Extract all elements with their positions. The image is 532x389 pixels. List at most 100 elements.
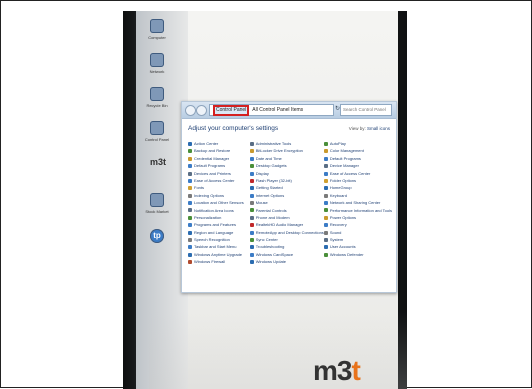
item-label: Display	[255, 170, 269, 176]
item-icon	[188, 208, 192, 213]
control-panel-item[interactable]: Personalization	[188, 214, 250, 221]
control-panel-item[interactable]: Indexing Options	[188, 192, 250, 199]
item-label: Taskbar and Start Menu	[194, 244, 237, 250]
control-panel-item[interactable]: Flash Player (32-bit)	[249, 177, 324, 184]
control-panel-item[interactable]: Action Center	[188, 140, 250, 147]
desktop-icon[interactable]: m3t	[144, 155, 170, 171]
item-icon	[188, 238, 192, 243]
photo-frame: Computer Network Recycle Bin Control Panel m…	[0, 0, 532, 389]
control-panel-item[interactable]: Performance Information and Tools	[323, 207, 392, 214]
control-panel-item[interactable]: Network and Sharing Center	[323, 199, 392, 206]
items-column: Action Center Backup and Restore Credentia…	[188, 140, 250, 266]
item-label: User Accounts	[329, 244, 356, 250]
forward-arrow-icon[interactable]	[196, 105, 207, 116]
control-panel-item[interactable]: Folder Options	[323, 177, 392, 184]
control-panel-item[interactable]: Programs and Features	[188, 221, 250, 228]
item-label: Date and Time	[255, 155, 282, 161]
control-panel-item[interactable]: HomeGroup	[323, 184, 392, 191]
item-label: Ease of Access Center	[194, 177, 235, 183]
control-panel-item[interactable]: Credential Manager	[188, 155, 250, 162]
desktop-app-icon	[150, 121, 164, 135]
control-panel-item[interactable]: Sound	[323, 229, 392, 236]
screen-glare	[149, 311, 407, 389]
item-icon	[249, 230, 254, 235]
control-panel-item[interactable]: System	[323, 236, 392, 243]
control-panel-item[interactable]: Ease of Access Center	[188, 177, 250, 184]
breadcrumb-all-items[interactable]: All Control Panel Items	[252, 107, 303, 113]
item-icon	[188, 149, 192, 154]
control-panel-item[interactable]: Windows Update	[249, 258, 324, 265]
control-panel-item[interactable]: BitLocker Drive Encryption	[249, 147, 324, 154]
control-panel-item[interactable]: Windows Firewall	[188, 258, 250, 265]
control-panel-item[interactable]: Getting Started	[249, 184, 324, 191]
item-label: Internet Options	[255, 192, 285, 198]
control-panel-item[interactable]: Taskbar and Start Menu	[188, 243, 250, 250]
item-icon	[188, 156, 192, 161]
back-arrow-icon[interactable]	[185, 105, 196, 116]
view-by-value[interactable]: Small icons	[367, 126, 390, 131]
item-icon	[249, 193, 254, 198]
control-panel-item[interactable]: Mouse	[249, 199, 324, 206]
control-panel-item[interactable]: Desktop Gadgets	[249, 162, 324, 169]
control-panel-item[interactable]: Parental Controls	[249, 207, 324, 214]
item-icon	[323, 223, 328, 228]
item-label: Notification Area Icons	[194, 207, 234, 213]
control-panel-item[interactable]: Default Programs	[323, 155, 392, 162]
control-panel-item[interactable]: User Accounts	[323, 243, 392, 250]
desktop-icon[interactable]: Stock Market	[144, 193, 170, 214]
control-panel-item[interactable]: Device Manager	[323, 162, 392, 169]
control-panel-item[interactable]: Devices and Printers	[188, 170, 250, 177]
control-panel-item[interactable]: Windows Defender	[323, 251, 392, 258]
desktop-icon[interactable]: Computer	[144, 19, 170, 40]
control-panel-item[interactable]: Location and Other Sensors	[188, 199, 250, 206]
control-panel-item[interactable]: Keyboard	[323, 192, 392, 199]
item-icon	[188, 230, 192, 235]
item-icon	[323, 193, 328, 198]
item-icon	[323, 186, 328, 191]
item-label: Color Management	[329, 148, 364, 154]
desktop-app-icon	[150, 193, 164, 207]
monitor-photo: Computer Network Recycle Bin Control Panel m…	[123, 11, 407, 389]
desktop-icon[interactable]: tp	[144, 229, 170, 245]
address-bar[interactable]: Control Panel All Control Panel Items	[209, 104, 334, 116]
item-icon	[323, 215, 328, 220]
control-panel-item[interactable]: Windows Anytime Upgrade	[188, 251, 250, 258]
control-panel-item[interactable]: RealtekHD Audio Manager	[249, 221, 324, 228]
item-icon	[249, 238, 254, 243]
control-panel-item[interactable]: Default Programs	[188, 162, 250, 169]
item-label: Devices and Printers	[194, 170, 231, 176]
control-panel-item[interactable]: Speech Recognition	[188, 236, 250, 243]
view-by-control[interactable]: View by: Small icons	[349, 126, 390, 131]
item-label: Mouse	[255, 200, 268, 206]
control-panel-item[interactable]: Phone and Modem	[249, 214, 324, 221]
control-panel-item[interactable]: Administrative Tools	[249, 140, 324, 147]
item-label: Backup and Restore	[194, 148, 231, 154]
item-label: Action Center	[194, 141, 219, 146]
control-panel-item[interactable]: Sync Center	[249, 236, 324, 243]
control-panel-item[interactable]: Date and Time	[249, 155, 324, 162]
item-icon	[323, 156, 328, 161]
item-label: Default Programs	[194, 163, 226, 169]
item-icon	[188, 260, 192, 265]
desktop-icon[interactable]: Recycle Bin	[144, 87, 170, 108]
control-panel-item[interactable]: AutoPlay	[323, 140, 392, 147]
breadcrumb-control-panel[interactable]: Control Panel	[213, 105, 250, 116]
control-panel-item[interactable]: Ease of Access Center	[323, 170, 392, 177]
desktop-icon[interactable]: Network	[144, 53, 170, 74]
desktop-app-icon: m3t	[150, 157, 167, 167]
control-panel-item[interactable]: Internet Options	[249, 192, 324, 199]
control-panel-item[interactable]: Power Options	[323, 214, 392, 221]
control-panel-item[interactable]: Fonts	[188, 184, 250, 191]
control-panel-item[interactable]: RemoteApp and Desktop Connections	[249, 229, 324, 236]
item-icon	[188, 178, 192, 183]
control-panel-item[interactable]: Windows CardSpace	[249, 251, 324, 258]
control-panel-item[interactable]: Notification Area Icons	[188, 207, 250, 214]
control-panel-item[interactable]: Backup and Restore	[188, 147, 250, 154]
search-input[interactable]: Search Control Panel	[340, 104, 392, 116]
control-panel-item[interactable]: Troubleshooting	[249, 243, 324, 250]
desktop-icon[interactable]: Control Panel	[144, 121, 170, 142]
control-panel-item[interactable]: Display	[249, 170, 324, 177]
control-panel-item[interactable]: Color Management	[323, 147, 392, 154]
control-panel-item[interactable]: Region and Language	[188, 229, 250, 236]
control-panel-item[interactable]: Recovery	[323, 221, 392, 228]
